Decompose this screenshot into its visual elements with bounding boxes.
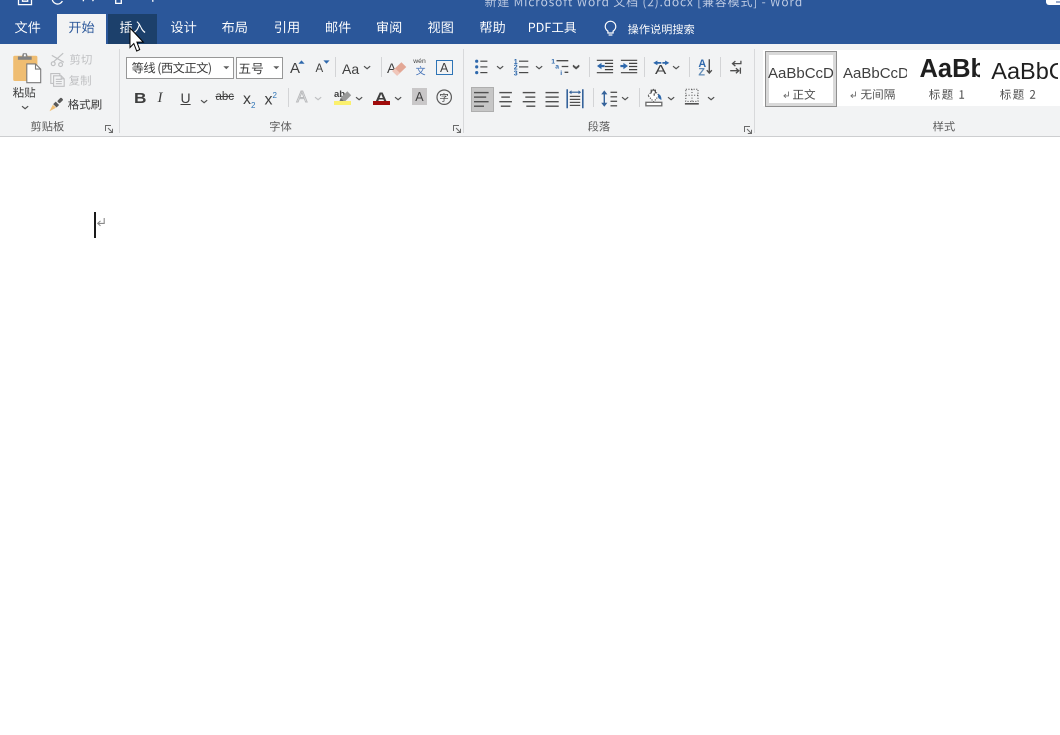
svg-text:a: a (555, 64, 559, 71)
svg-text:i: i (560, 70, 562, 77)
svg-text:Z: Z (698, 67, 705, 79)
svg-text:3: 3 (514, 70, 518, 77)
